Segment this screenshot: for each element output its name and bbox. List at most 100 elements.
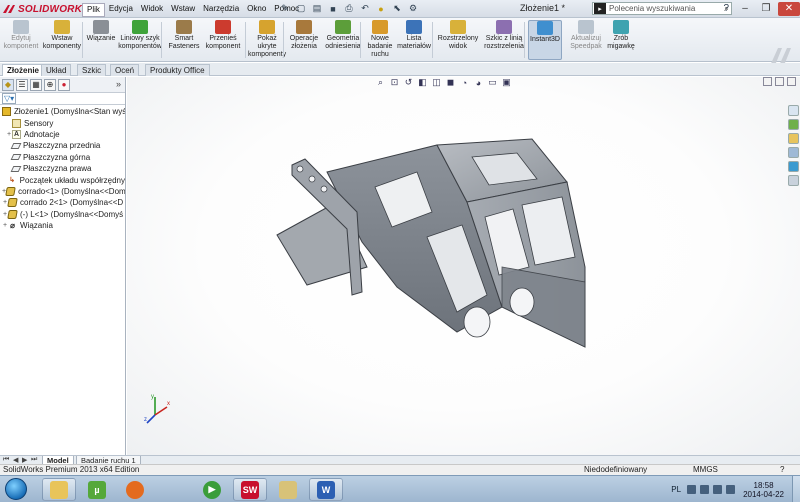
feature-manager-tab-icon[interactable]: ◆ [2,78,14,91]
tree-node[interactable]: + corrado<1> (Domyślna<<Dom [0,186,125,197]
open-icon[interactable]: ▤ [310,2,324,15]
options-icon[interactable]: ⚙ [406,2,420,15]
appearances-icon[interactable] [788,161,799,172]
display-style-icon[interactable]: ◼ [445,77,456,88]
select-icon[interactable]: ⬉ [390,2,404,15]
view-settings-icon[interactable]: ▣ [501,77,512,88]
menu-file[interactable]: Plik [82,3,105,17]
zoom-to-area-icon[interactable]: ⊡ [389,77,400,88]
help-icon[interactable]: ? [723,3,729,14]
tree-node[interactable]: Płaszczyzna górna [0,152,125,163]
tray-arrow-icon[interactable] [687,485,697,494]
tab-assembly[interactable]: Złożenie [2,64,45,76]
taskbar-folder-button[interactable] [271,478,305,501]
save-icon[interactable]: ■ [326,2,340,15]
exploded-view-button[interactable]: Rozstrzelony widok [437,20,479,51]
tree-node[interactable]: + A Adnotacje [0,129,125,140]
tree-node[interactable]: Sensory [0,117,125,128]
minimize-button[interactable]: – [736,2,754,16]
tab-sketch[interactable]: Szkic [77,64,107,76]
insert-components-button[interactable]: Wstaw komponenty [40,20,84,51]
volume-icon[interactable] [713,485,723,494]
tree-node[interactable]: Płaszczyzna prawa [0,163,125,174]
tab-layout[interactable]: Układ [41,64,72,76]
explode-line-sketch-button[interactable]: Szkic z linią rozstrzelenia [482,20,526,51]
tree-node[interactable]: ↳ Początek układu współrzędny [0,174,125,185]
taskbar-media-player-button[interactable]: ▶ [195,478,229,501]
property-manager-tab-icon[interactable]: ☰ [16,78,28,91]
start-button[interactable] [5,478,27,500]
language-indicator[interactable]: PL [671,485,681,494]
custom-properties-icon[interactable] [788,175,799,186]
tree-node[interactable]: + ⌀ Wiązania [0,220,125,231]
apply-scene-icon[interactable]: ▭ [487,77,498,88]
graphics-area[interactable]: ⌕ ⊡ ↺ ◧ ◫ ◼ ◔ ◕ ▭ ▣ x y z [127,77,800,455]
move-component-button[interactable]: Przenieś komponent [202,20,244,51]
linear-pattern-button[interactable]: Liniowy szyk komponentów [116,20,164,51]
tree-node[interactable]: Złożenie1 (Domyślna<Stan wyświ [0,106,125,117]
next-tab-icon[interactable]: ▶ [22,456,27,464]
file-explorer-icon[interactable] [788,133,799,144]
menu-view[interactable]: Widok [137,3,167,17]
tree-node[interactable]: + corrado 2<1> (Domyślna<<D [0,197,125,208]
configuration-manager-tab-icon[interactable]: ▦ [30,78,42,91]
edit-appearance-icon[interactable]: ◕ [473,77,484,88]
tree-node[interactable]: + (-) L<1> (Domyślna<<Domyś [0,209,125,220]
help-status-icon[interactable]: ? [780,465,784,475]
new-document-icon[interactable]: ▢ [294,2,308,15]
bill-of-materials-button[interactable]: Lista materiałów [397,20,431,51]
taskbar-solidworks-button[interactable]: SW [233,478,267,501]
pin-icon[interactable]: ✎ [278,2,292,15]
display-manager-tab-icon[interactable]: ● [58,78,70,91]
show-hidden-button[interactable]: Pokaż ukryte komponenty [248,20,286,59]
viewport-restore-icon[interactable] [775,77,784,86]
update-speedpak-button[interactable]: Aktualizuj Speedpak [568,20,604,51]
undo-icon[interactable]: ↶ [358,2,372,15]
viewport-close-icon[interactable] [787,77,796,86]
restore-button[interactable]: ❐ [757,2,775,16]
view-palette-icon[interactable] [788,147,799,158]
units-indicator[interactable]: MMGS [693,465,718,475]
clock[interactable]: 18:58 2014-04-22 [743,481,784,499]
assembly-features-button[interactable]: Operacje złożenia [286,20,322,51]
rebuild-icon[interactable]: ● [374,2,388,15]
more-tabs-icon[interactable]: » [116,79,121,89]
take-snapshot-button[interactable]: Zrób migawkę [606,20,636,51]
zoom-to-fit-icon[interactable]: ⌕ [375,77,386,88]
first-tab-icon[interactable]: ⏮ [3,456,9,464]
tree-filter[interactable]: ▽▾ [0,93,125,105]
menu-window[interactable]: Okno [243,3,270,17]
reference-geometry-button[interactable]: Geometria odniesienia [322,20,364,51]
taskbar-firefox-button[interactable] [118,478,152,501]
flag-icon[interactable] [726,485,736,494]
assembly-model[interactable] [267,117,597,367]
prev-tab-icon[interactable]: ◀ [13,456,18,464]
tab-evaluate[interactable]: Oceń [110,64,140,76]
viewport-minimize-icon[interactable] [763,77,772,86]
menu-tools[interactable]: Narzędzia [199,3,243,17]
instant3d-button[interactable]: Instant3D [528,20,562,60]
smart-fasteners-button[interactable]: Smart Fasteners [166,20,202,51]
menu-edit[interactable]: Edycja [105,3,137,17]
network-icon[interactable] [700,485,710,494]
edit-component-button[interactable]: Edytuj komponent [3,20,39,51]
show-desktop-button[interactable] [792,476,800,502]
taskbar-explorer-button[interactable] [42,478,76,501]
dimxpert-tab-icon[interactable]: ⊕ [44,78,56,91]
taskbar-word-button[interactable]: W [309,478,343,501]
tree-node[interactable]: Płaszczyzna przednia [0,140,125,151]
search-input[interactable]: Polecenia wyszukiwania [609,4,724,13]
tab-office-products[interactable]: Produkty Office [145,64,210,76]
solidworks-logo[interactable]: SOLIDWORKS [2,2,89,16]
mate-button[interactable]: Wiązanie [86,20,116,43]
view-orientation-icon[interactable]: ◫ [431,77,442,88]
close-button[interactable]: ✕ [778,1,800,16]
print-icon[interactable]: ⎙ [342,2,356,15]
new-motion-study-button[interactable]: Nowe badanie ruchu [365,20,395,59]
taskbar-utorrent-button[interactable]: µ [80,478,114,501]
previous-view-icon[interactable]: ↺ [403,77,414,88]
filter-icon[interactable]: ▽▾ [2,93,17,104]
menu-insert[interactable]: Wstaw [167,3,199,17]
hide-show-items-icon[interactable]: ◔ [459,77,470,88]
section-view-icon[interactable]: ◧ [417,77,428,88]
